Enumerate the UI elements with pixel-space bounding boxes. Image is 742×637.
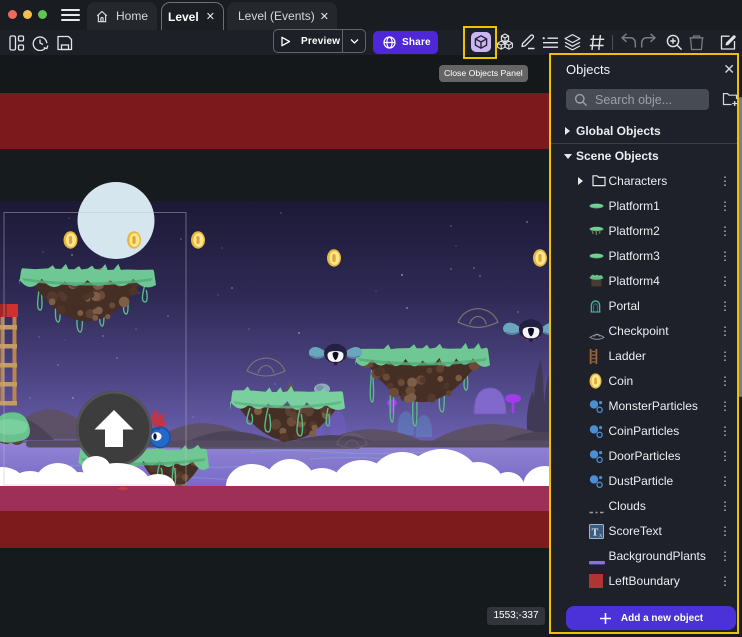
svg-text:T: T [592, 527, 599, 538]
